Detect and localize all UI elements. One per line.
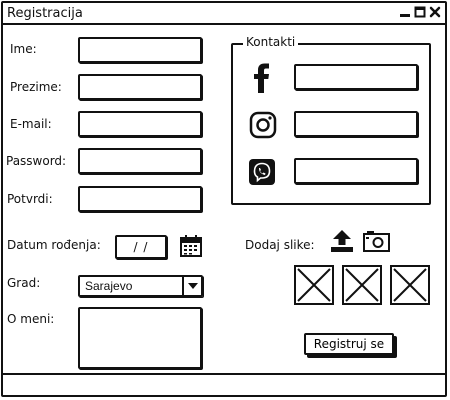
prezime-input[interactable] <box>78 74 202 100</box>
chevron-down-icon[interactable] <box>182 277 201 295</box>
title-bar: Registracija <box>3 3 445 25</box>
instagram-input[interactable] <box>294 111 418 137</box>
instagram-icon <box>249 111 277 143</box>
password-input[interactable] <box>78 148 202 174</box>
upload-icon[interactable] <box>330 229 354 257</box>
facebook-input[interactable] <box>294 64 418 90</box>
contacts-legend: Kontakti <box>243 35 299 49</box>
grad-select[interactable]: Sarajevo <box>78 275 203 297</box>
o-meni-textarea[interactable] <box>78 307 202 369</box>
password-label: Password: <box>6 154 67 168</box>
email-input[interactable] <box>78 111 202 137</box>
email-label: E-mail: <box>10 117 52 131</box>
prezime-label: Prezime: <box>10 80 62 94</box>
minimize-icon[interactable] <box>398 5 411 19</box>
datum-label: Datum rođenja: <box>7 238 101 252</box>
register-button[interactable]: Registruj se <box>304 333 394 355</box>
calendar-icon[interactable] <box>179 234 203 262</box>
viber-icon <box>248 158 276 190</box>
viber-input[interactable] <box>294 158 418 184</box>
close-icon[interactable] <box>428 5 441 19</box>
potvrdi-label: Potvrdi: <box>7 192 53 206</box>
camera-icon[interactable] <box>363 230 390 256</box>
potvrdi-input[interactable] <box>78 186 202 212</box>
ime-input[interactable] <box>78 37 202 63</box>
dodaj-slike-label: Dodaj slike: <box>245 238 315 252</box>
grad-label: Grad: <box>7 276 41 290</box>
grad-selected-value: Sarajevo <box>85 279 133 293</box>
maximize-icon[interactable] <box>413 5 426 19</box>
o-meni-label: O meni: <box>7 312 55 326</box>
window-title: Registracija <box>7 6 83 21</box>
image-placeholder-1[interactable] <box>294 265 334 305</box>
window-controls <box>398 5 441 19</box>
ime-label: Ime: <box>10 42 37 56</box>
image-placeholder-3[interactable] <box>390 265 430 305</box>
facebook-icon <box>249 62 275 98</box>
date-value: / / <box>133 240 149 254</box>
status-bar <box>3 373 445 395</box>
image-placeholder-2[interactable] <box>342 265 382 305</box>
date-input[interactable]: / / <box>115 235 167 259</box>
